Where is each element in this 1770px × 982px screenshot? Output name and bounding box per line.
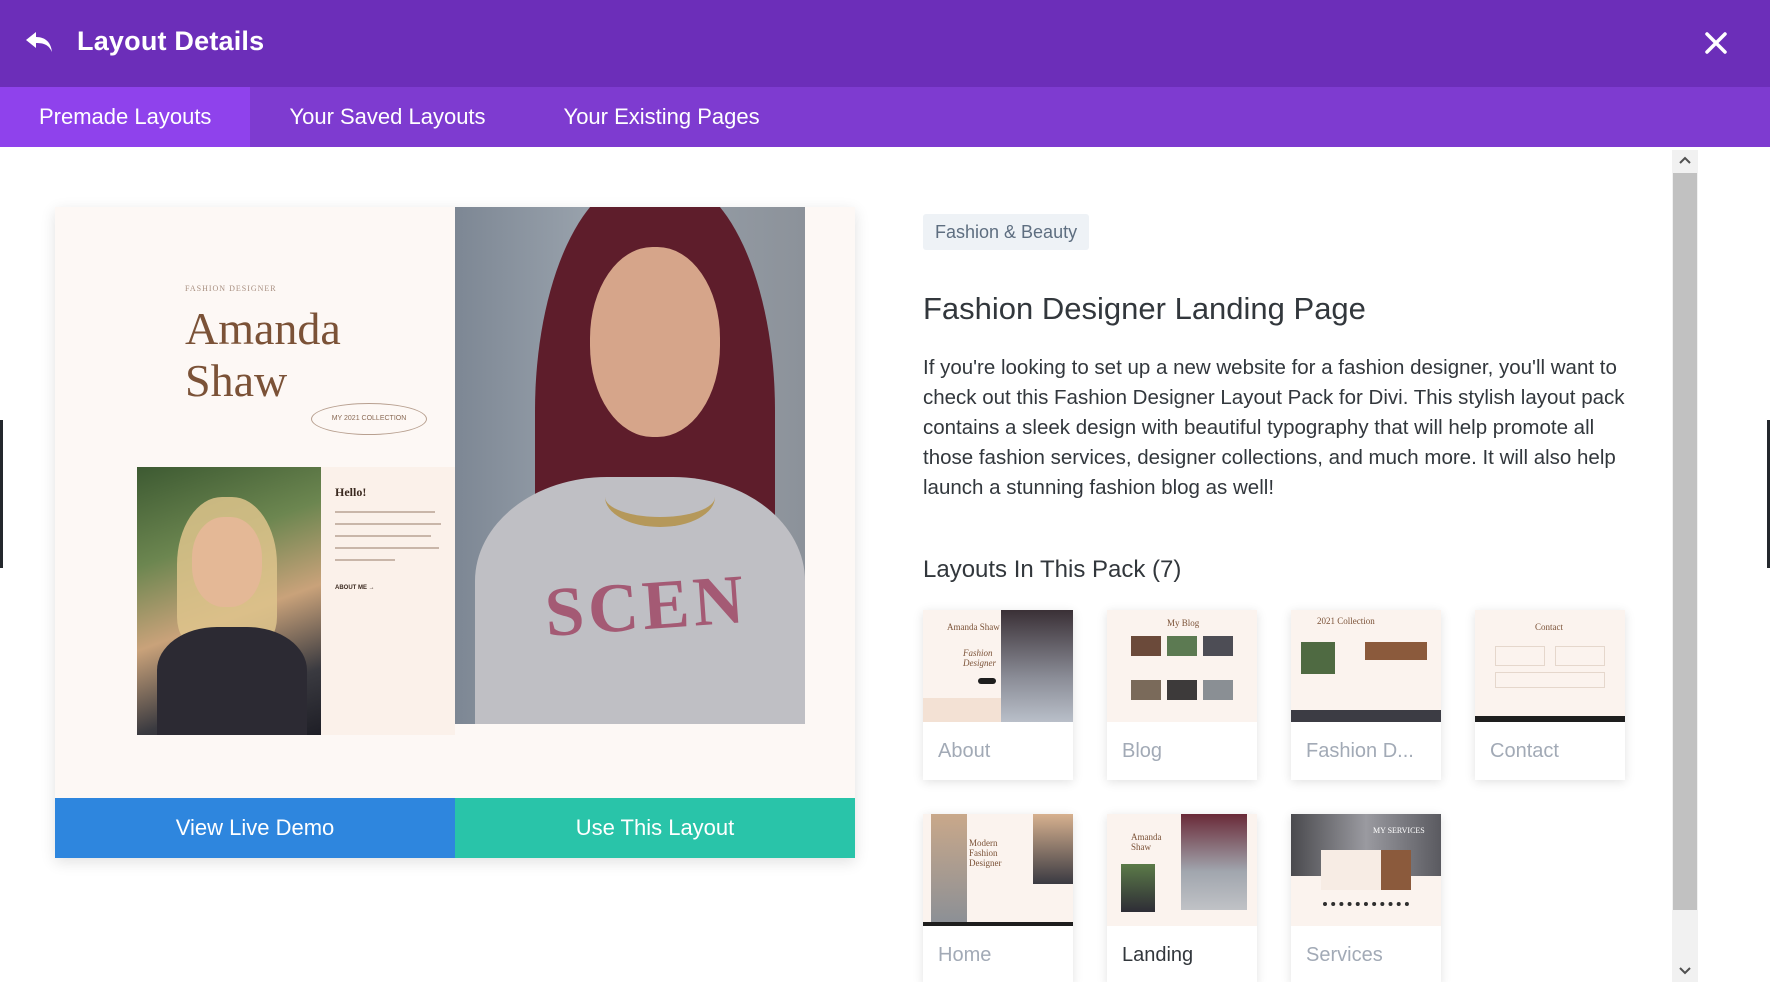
preview-collection-pill: MY 2021 COLLECTION: [311, 403, 427, 435]
hero-necklace-shape: [605, 467, 715, 527]
back-button[interactable]: [24, 28, 58, 58]
thumb-text: MY SERVICES: [1373, 826, 1425, 835]
pack-label-services: Services: [1306, 944, 1383, 966]
preview-name: Amanda Shaw: [185, 303, 341, 407]
thumb-box: [1321, 850, 1381, 890]
chevron-down-icon: [1679, 967, 1691, 975]
pack-card-about[interactable]: Amanda Shaw Fashion Designer About: [923, 610, 1073, 780]
chevron-up-icon: [1679, 156, 1691, 164]
thumb-photo: [1033, 814, 1073, 884]
tab-existing-pages[interactable]: Your Existing Pages: [525, 87, 799, 147]
thumb-photo: [1167, 636, 1197, 656]
thumb-box: [1495, 646, 1545, 666]
scroll-down-button[interactable]: [1677, 963, 1693, 979]
thumb-text: Fashion Designer: [963, 648, 996, 668]
thumb-text: Amanda Shaw: [947, 622, 1000, 632]
preview-about-link: ABOUT ME →: [335, 585, 375, 591]
thumb-photo: [1365, 642, 1427, 660]
layout-preview-card: FASHION DESIGNER Amanda Shaw MY 2021 COL…: [55, 207, 855, 858]
layout-title: Fashion Designer Landing Page: [923, 291, 1366, 326]
pack-thumb-services: MY SERVICES: [1291, 814, 1441, 926]
thumb-box: [1495, 672, 1605, 688]
tab-premade-layouts[interactable]: Premade Layouts: [0, 87, 251, 147]
tab-bar: Premade Layouts Your Saved Layouts Your …: [0, 87, 1770, 147]
thumb-box: [1381, 850, 1411, 890]
pack-thumb-blog: My Blog: [1107, 610, 1257, 722]
thumb-photo: [1167, 680, 1197, 700]
left-edge-divider: [0, 420, 3, 568]
close-icon: [1705, 32, 1727, 54]
pack-label-landing: Landing: [1122, 944, 1194, 966]
portrait-body-shape: [157, 627, 307, 735]
thumb-footer-band: [923, 698, 1001, 722]
tab-saved-layouts[interactable]: Your Saved Layouts: [250, 87, 524, 147]
thumb-footer-band: [1291, 710, 1441, 722]
layout-description: If you're looking to set up a new websit…: [923, 356, 1625, 499]
pack-label-home: Home: [938, 944, 992, 966]
pack-label-fashion: Fashion D...: [1306, 740, 1414, 762]
preview-caption: FASHION DESIGNER: [185, 284, 277, 293]
pack-thumb-home: Modern Fashion Designer: [923, 814, 1073, 926]
text-line: [335, 535, 431, 537]
pack-label-about: About: [938, 740, 991, 762]
thumb-photo: [931, 814, 967, 926]
pack-card-services[interactable]: MY SERVICES Services: [1291, 814, 1441, 982]
category-badge[interactable]: Fashion & Beauty: [923, 214, 1090, 250]
modal-title: Layout Details: [77, 26, 265, 56]
thumb-photo: [1121, 864, 1155, 912]
modal-header: Layout Details: [0, 0, 1770, 87]
hero-shirt-print: SCEN: [542, 561, 751, 652]
scroll-up-button[interactable]: [1677, 152, 1693, 168]
portrait-face-shape: [192, 517, 262, 607]
thumb-box: [1555, 646, 1605, 666]
pack-card-fashion-designer[interactable]: 2021 Collection Fashion D...: [1291, 610, 1441, 780]
use-this-layout-button[interactable]: Use This Layout: [455, 798, 855, 858]
thumb-footer-band: [1475, 716, 1625, 722]
thumb-icon-row: [1323, 902, 1409, 906]
pack-label-contact: Contact: [1490, 740, 1559, 762]
thumb-photo: [1001, 610, 1073, 722]
preview-portrait-image: [137, 467, 321, 735]
pack-thumb-about: Amanda Shaw Fashion Designer: [923, 610, 1073, 722]
preview-hello-title: Hello!: [335, 485, 367, 499]
pack-heading: Layouts In This Pack (7): [923, 556, 1182, 583]
preview-name-last: Shaw: [185, 355, 288, 406]
text-line: [335, 547, 439, 549]
pack-thumb-landing: Amanda Shaw: [1107, 814, 1257, 926]
thumb-text: 2021 Collection: [1317, 616, 1375, 626]
pack-card-blog[interactable]: My Blog Blog: [1107, 610, 1257, 780]
pack-card-home[interactable]: Modern Fashion Designer Home: [923, 814, 1073, 982]
text-line: [335, 511, 435, 513]
undo-arrow-icon: [26, 32, 52, 52]
preview-left-panel: FASHION DESIGNER Amanda Shaw MY 2021 COL…: [55, 207, 455, 797]
scrollbar-thumb[interactable]: [1673, 173, 1697, 910]
thumb-photo: [1203, 636, 1233, 656]
thumb-text: Modern Fashion Designer: [969, 838, 1002, 868]
text-line: [335, 559, 395, 561]
thumb-photo: [1131, 680, 1161, 700]
thumb-photo: [1131, 636, 1161, 656]
thumb-photo: [1181, 814, 1247, 910]
pack-thumb-contact: Contact: [1475, 610, 1625, 722]
thumb-text: Contact: [1535, 622, 1563, 632]
pack-card-landing[interactable]: Amanda Shaw Landing: [1107, 814, 1257, 982]
preview-name-first: Amanda: [185, 303, 341, 354]
preview-hero-image: SCEN: [455, 207, 805, 724]
pack-card-contact[interactable]: Contact Contact: [1475, 610, 1625, 780]
view-live-demo-button[interactable]: View Live Demo: [55, 798, 455, 858]
close-button[interactable]: [1703, 30, 1729, 56]
thumb-text: Amanda Shaw: [1131, 832, 1162, 852]
pack-thumb-fashion: 2021 Collection: [1291, 610, 1441, 722]
pack-label-blog: Blog: [1122, 740, 1163, 762]
thumb-photo: [1203, 680, 1233, 700]
thumb-footer-band: [923, 922, 1073, 926]
text-line: [335, 523, 441, 525]
hero-face-shape: [590, 247, 720, 437]
thumb-text: My Blog: [1167, 618, 1200, 628]
thumb-photo: [1301, 642, 1335, 674]
preview-hello-box: Hello! ABOUT ME →: [321, 467, 455, 735]
thumb-button-shape: [978, 678, 996, 684]
